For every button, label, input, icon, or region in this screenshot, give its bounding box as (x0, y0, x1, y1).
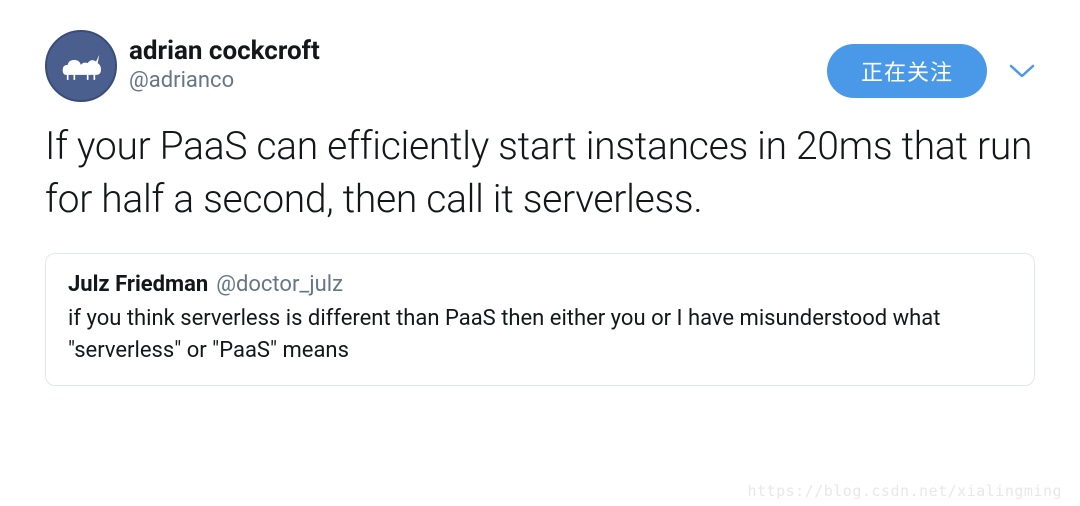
header-left: adrian cockcroft @adrianco (45, 30, 320, 102)
quoted-header: Julz Friedman @doctor_julz (68, 272, 1012, 297)
unicorn-cloud-icon (56, 49, 106, 84)
watermark: https://blog.csdn.net/xialingming (747, 482, 1062, 500)
quoted-text: if you think serverless is different tha… (68, 303, 1012, 367)
quoted-handle: @doctor_julz (216, 272, 343, 297)
tweet-text: If your PaaS can efficiently start insta… (45, 120, 1035, 225)
user-handle[interactable]: @adrianco (129, 68, 320, 93)
user-info: adrian cockcroft @adrianco (129, 30, 320, 93)
tweet-header: adrian cockcroft @adrianco 正在关注 (45, 30, 1035, 102)
display-name[interactable]: adrian cockcroft (129, 36, 320, 66)
quoted-tweet[interactable]: Julz Friedman @doctor_julz if you think … (45, 253, 1035, 386)
tweet-card: adrian cockcroft @adrianco 正在关注 If your … (0, 0, 1080, 386)
quoted-display-name: Julz Friedman (68, 272, 208, 297)
avatar[interactable] (45, 30, 117, 102)
chevron-down-icon[interactable] (1009, 63, 1035, 79)
follow-button[interactable]: 正在关注 (827, 44, 987, 98)
header-actions: 正在关注 (827, 30, 1035, 98)
